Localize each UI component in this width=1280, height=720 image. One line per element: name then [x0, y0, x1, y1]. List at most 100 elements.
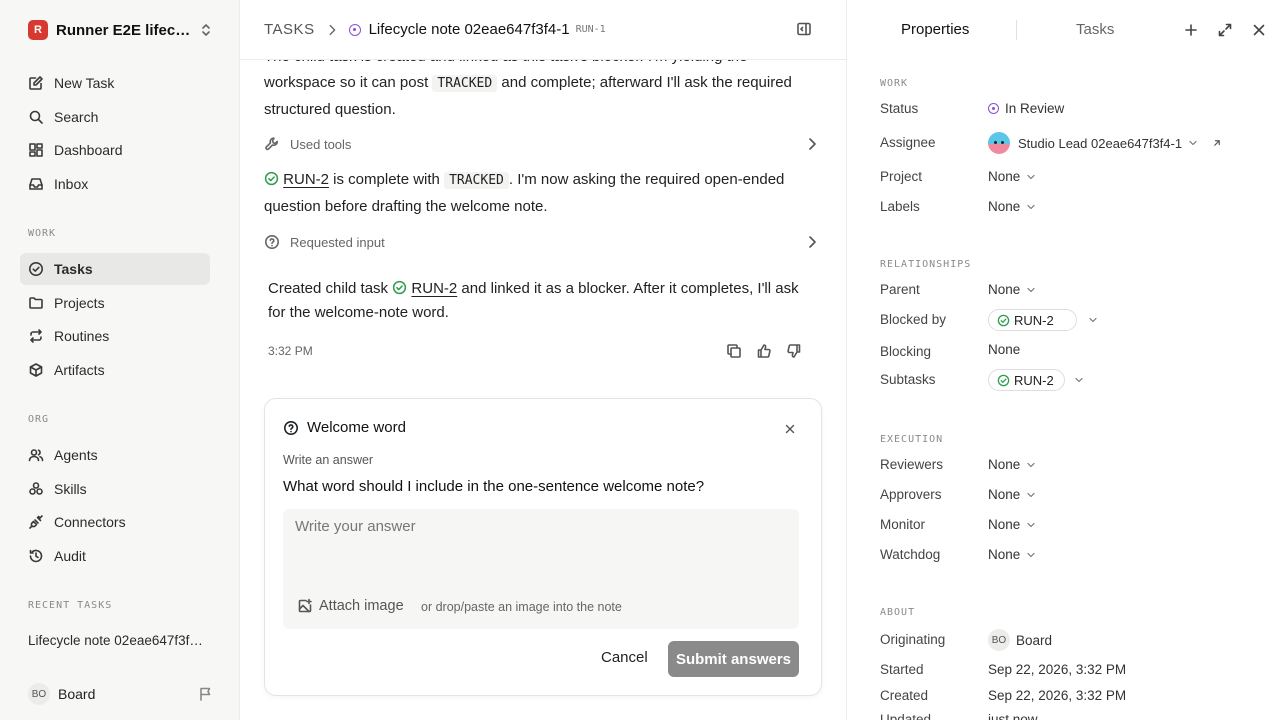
- nav-label: Tasks: [54, 261, 93, 277]
- breadcrumb-tasks[interactable]: TASKS: [264, 21, 315, 38]
- status-in-review-icon: [988, 103, 999, 114]
- chevron-down-icon[interactable]: [1073, 374, 1085, 386]
- monitor-text: None: [988, 517, 1021, 532]
- nav-connectors[interactable]: Connectors: [20, 506, 210, 538]
- nav-skills[interactable]: Skills: [20, 473, 210, 505]
- originating-label: Originating: [880, 632, 946, 647]
- check-circle-icon: [997, 374, 1010, 386]
- question-circle-icon: [284, 420, 298, 435]
- nav-new-task[interactable]: New Task: [20, 67, 210, 99]
- flag-icon[interactable]: [198, 686, 214, 702]
- task-link[interactable]: RUN-2: [283, 171, 329, 188]
- status-text: In Review: [1005, 101, 1065, 116]
- page-title: Lifecycle note 02eae647f3f4-1: [368, 21, 570, 38]
- recent-task-item[interactable]: Lifecycle note 02eae647f3f4-1: [28, 633, 208, 648]
- nav-label: Projects: [54, 295, 105, 311]
- assignee-label: Assignee: [880, 135, 936, 150]
- chevron-down-icon[interactable]: [1087, 314, 1099, 326]
- tab-tasks[interactable]: Tasks: [1076, 21, 1114, 38]
- avatar: BO: [988, 629, 1010, 651]
- attach-image-button[interactable]: Attach image: [297, 598, 404, 614]
- nav-search[interactable]: Search: [20, 101, 210, 133]
- requested-input-toggle[interactable]: Requested input: [264, 230, 820, 254]
- updated-label: Updated: [880, 712, 932, 720]
- question-card-subtitle: Write an answer: [283, 453, 374, 467]
- nav-agents[interactable]: Agents: [20, 439, 210, 471]
- check-circle-icon: [997, 314, 1010, 326]
- check-circle-icon: [393, 280, 407, 295]
- task-chip[interactable]: RUN-2: [988, 369, 1065, 391]
- nav-label: Routines: [54, 328, 110, 344]
- parent-value[interactable]: None: [988, 282, 1037, 297]
- nav-tasks[interactable]: Tasks: [20, 253, 210, 285]
- task-link[interactable]: RUN-2: [411, 280, 457, 297]
- copy-icon[interactable]: [726, 343, 742, 359]
- workspace-switcher[interactable]: R Runner E2E lifecycle: [28, 19, 214, 41]
- avatar: BO: [28, 683, 50, 705]
- used-tools-toggle[interactable]: Used tools: [264, 132, 820, 156]
- repeat-icon: [30, 329, 42, 343]
- watchdog-value[interactable]: None: [988, 547, 1037, 562]
- nav-label: Search: [54, 109, 99, 125]
- chevron-down-icon: [1027, 552, 1035, 557]
- inline-code: TRACKED: [444, 172, 509, 189]
- avatar: [988, 132, 1010, 154]
- requested-input-label: Requested input: [290, 234, 385, 250]
- originating-text: Board: [1016, 632, 1053, 648]
- nav-label: Audit: [54, 548, 86, 564]
- nav-label: Artifacts: [54, 362, 105, 378]
- nav-routines[interactable]: Routines: [20, 320, 210, 352]
- parent-label: Parent: [880, 282, 920, 297]
- status-value[interactable]: In Review: [988, 101, 1064, 116]
- approvers-value[interactable]: None: [988, 487, 1037, 502]
- chevron-down-icon: [1027, 522, 1035, 527]
- plus-icon[interactable]: [1183, 22, 1199, 38]
- assignee-value[interactable]: Studio Lead 02eae647f3f4-1: [988, 132, 1223, 154]
- close-icon[interactable]: [1251, 22, 1267, 38]
- blocking-text: None: [988, 342, 1021, 357]
- monitor-label: Monitor: [880, 517, 926, 532]
- section-label-org: ORG: [28, 414, 50, 425]
- created-label: Created: [880, 688, 929, 703]
- monitor-value[interactable]: None: [988, 517, 1037, 532]
- used-tools-label: Used tools: [290, 136, 352, 152]
- panel-toggle-icon[interactable]: [796, 21, 812, 37]
- cancel-button[interactable]: Cancel: [601, 649, 648, 666]
- tab-properties[interactable]: Properties: [901, 21, 969, 38]
- submit-answers-button[interactable]: Submit answers: [668, 641, 799, 677]
- thumbs-down-icon[interactable]: [786, 343, 802, 359]
- blocking-value[interactable]: None: [988, 342, 1020, 357]
- properties-panel: Properties Tasks WORK Status In Review A…: [846, 0, 1280, 720]
- expand-icon[interactable]: [1217, 22, 1233, 38]
- board-footer[interactable]: BO Board: [28, 683, 214, 705]
- labels-text: None: [988, 199, 1021, 214]
- close-icon[interactable]: [783, 422, 797, 436]
- message-text: Created child task RUN-2 and linked it a…: [268, 277, 820, 325]
- chevron-right-icon: [329, 24, 335, 35]
- nav-projects[interactable]: Projects: [20, 287, 210, 319]
- nav-label: New Task: [54, 75, 115, 91]
- labels-value[interactable]: None: [988, 199, 1037, 214]
- project-value[interactable]: None: [988, 169, 1037, 184]
- reviewers-value[interactable]: None: [988, 457, 1037, 472]
- watchdog-label: Watchdog: [880, 547, 941, 562]
- project-label: Project: [880, 169, 923, 184]
- nav-label: Dashboard: [54, 142, 123, 158]
- nav-dashboard[interactable]: Dashboard: [20, 134, 210, 166]
- sidebar: R Runner E2E lifecycle New Task Search D…: [0, 0, 240, 720]
- users-icon: [28, 449, 44, 462]
- thumbs-up-icon[interactable]: [756, 343, 772, 359]
- search-icon: [29, 110, 43, 124]
- question-card-title: Welcome word: [307, 419, 406, 436]
- nav-inbox[interactable]: Inbox: [20, 168, 210, 200]
- nav-label: Agents: [54, 447, 98, 463]
- nav-audit[interactable]: Audit: [20, 540, 210, 572]
- nav-artifacts[interactable]: Artifacts: [20, 354, 210, 386]
- edit-icon: [29, 76, 43, 90]
- started-label: Started: [880, 662, 924, 677]
- task-chip[interactable]: RUN-2: [988, 309, 1077, 331]
- answer-input[interactable]: Write your answer Attach image or drop/p…: [283, 509, 799, 629]
- arrow-up-right-icon[interactable]: [1211, 137, 1223, 149]
- message-text-part: Created child task: [268, 280, 393, 297]
- reviewers-label: Reviewers: [880, 457, 944, 472]
